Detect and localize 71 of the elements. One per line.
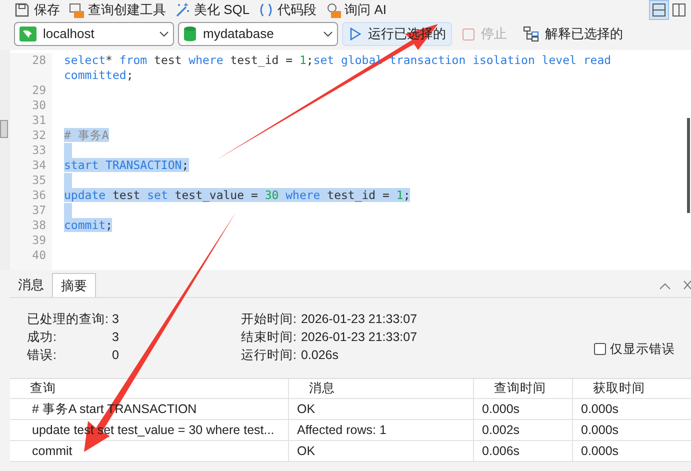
stop-icon: [462, 28, 475, 40]
line-number: 36: [31, 188, 46, 203]
summary-value: 2026-01-23 21:33:07: [300, 311, 418, 328]
table-tool-icon: [68, 2, 84, 18]
summary-label: 运行时间:: [240, 347, 298, 364]
table-cell-text: 0.000s: [581, 400, 619, 418]
toolbar-button[interactable]: 解释已选择的: [517, 22, 629, 46]
toolbar-button[interactable]: 保存: [14, 0, 60, 20]
database-icon: [183, 26, 197, 42]
close-icon[interactable]: [683, 280, 691, 290]
toolbar-button[interactable]: 询问 AI: [324, 0, 387, 20]
toolbar-button[interactable]: 代码段: [258, 0, 317, 20]
toolbar-button[interactable]: 美化 SQL: [174, 0, 250, 20]
layout-toggle[interactable]: [649, 0, 669, 20]
horizontal-split-icon: [652, 3, 666, 17]
lightbulb-icon: [324, 2, 341, 18]
summary-label: 成功:: [27, 329, 58, 346]
vertical-split-icon: [672, 3, 686, 17]
summary-label: 已处理的查询:: [27, 311, 110, 328]
errors-only-checkbox[interactable]: 仅显示错误: [594, 340, 675, 358]
table-cell-text: 0.000s: [581, 442, 619, 460]
connection-select[interactable]: localhost: [14, 22, 174, 46]
line-number: 32: [31, 128, 46, 143]
line-number: 39: [31, 233, 46, 248]
line-number: 29: [31, 83, 46, 98]
result-tab[interactable]: 摘要: [52, 273, 96, 297]
column-header[interactable]: 查询: [10, 379, 288, 398]
magic-wand-icon: [174, 2, 190, 18]
code-line: select* from test where test_id = 1;set global transaction isolation level read committed;: [64, 53, 612, 82]
table-cell-text: OK: [297, 442, 316, 460]
line-number: 30: [31, 98, 46, 113]
column-header[interactable]: 查询时间: [473, 379, 572, 398]
checkbox[interactable]: [594, 343, 606, 355]
summary-label: 开始时间:: [240, 311, 298, 328]
line-number: 33: [31, 143, 46, 158]
line-number: 38: [31, 218, 46, 233]
summary-value: 0: [112, 347, 119, 364]
line-number: 40: [31, 248, 46, 263]
summary-label: 错误:: [27, 347, 58, 364]
table-cell-text: 0.000s: [482, 400, 520, 418]
table-cell-text: 0.006s: [482, 442, 520, 460]
collapse-icon[interactable]: [659, 282, 671, 290]
summary-value: 2026-01-23 21:33:07: [300, 329, 418, 346]
parentheses-icon: [258, 2, 274, 18]
summary-value: 3: [112, 329, 119, 346]
summary-value: 0.026s: [300, 347, 338, 364]
explain-icon: [523, 26, 539, 42]
line-number: 31: [31, 113, 46, 128]
scrollbar[interactable]: [687, 118, 690, 213]
table-cell-text: 0.002s: [482, 422, 520, 439]
line-number: 37: [31, 203, 46, 218]
summary-label: 结束时间:: [240, 329, 298, 346]
column-header[interactable]: 消息: [288, 379, 473, 398]
toolbar-button[interactable]: 查询创建工具: [68, 0, 166, 20]
line-number: 34: [31, 158, 46, 173]
table-cell-text: Affected rows: 1: [297, 422, 386, 439]
play-icon: [348, 27, 362, 41]
column-header[interactable]: 获取时间: [572, 379, 672, 398]
line-number: 35: [31, 173, 46, 188]
table-cell-text: OK: [297, 400, 316, 418]
table-cell-text: commit: [32, 442, 72, 460]
summary-value: 3: [112, 311, 119, 328]
panel-handle[interactable]: [0, 120, 8, 138]
line-number: 28: [31, 53, 46, 68]
chevron-down-icon: [323, 31, 333, 37]
save-icon: [14, 2, 30, 18]
server-icon: [19, 26, 37, 42]
database-select[interactable]: mydatabase: [178, 22, 338, 46]
result-tab[interactable]: 消息: [10, 273, 52, 297]
chevron-down-icon: [159, 31, 169, 37]
table-cell-text: 0.000s: [581, 422, 619, 439]
